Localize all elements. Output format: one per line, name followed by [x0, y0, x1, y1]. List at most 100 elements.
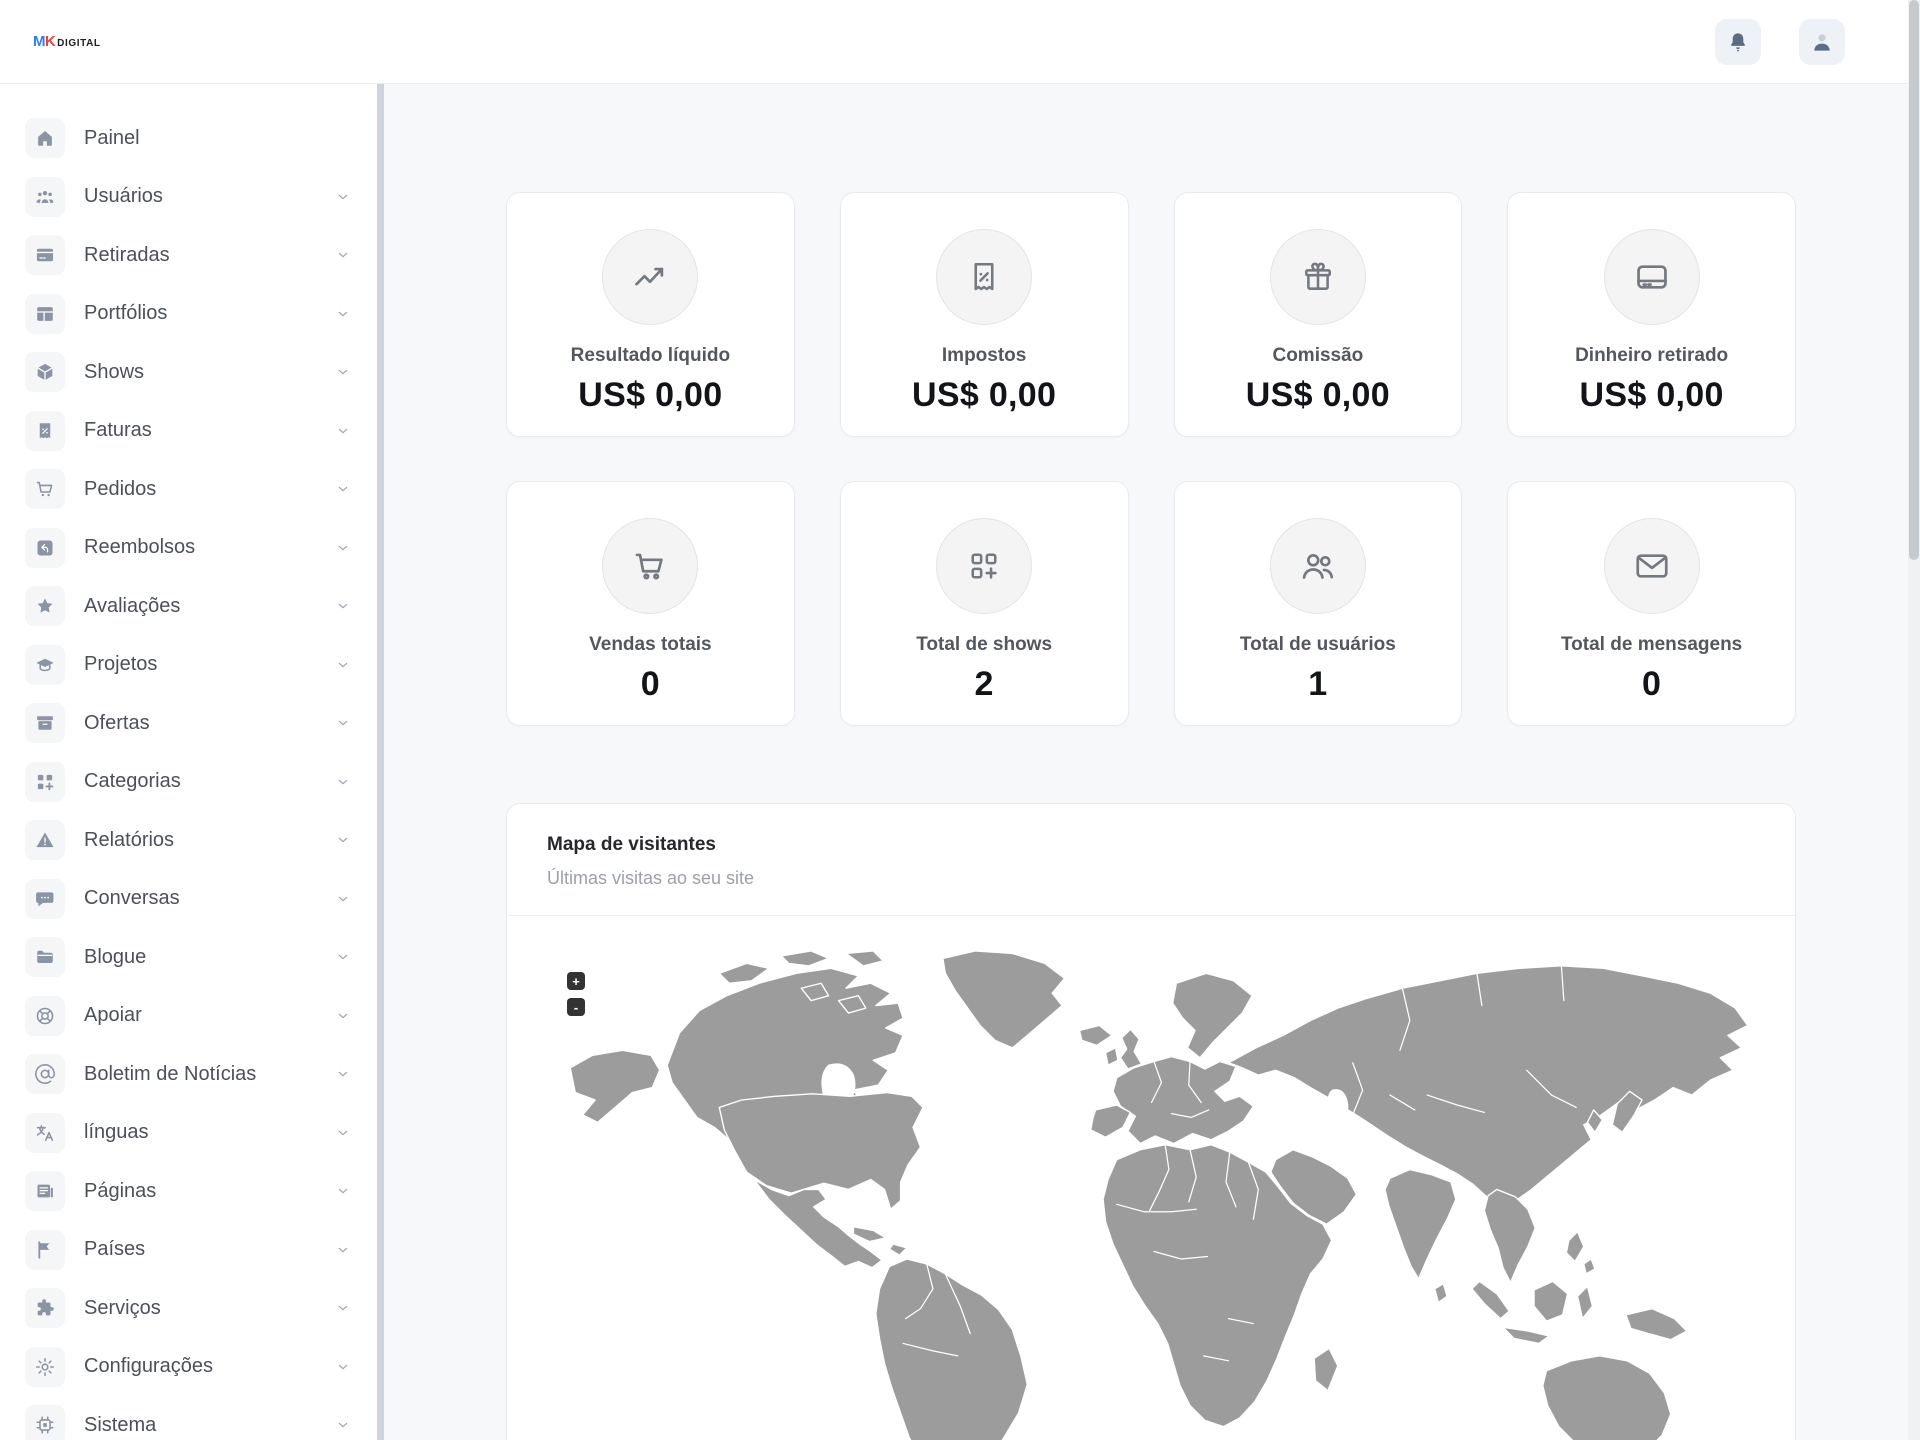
stat-title: Resultado líquido: [507, 345, 794, 367]
sidebar-item-label: Faturas: [84, 419, 152, 442]
map-zoom-out-button[interactable]: -: [567, 998, 585, 1016]
chevron-down-icon: [335, 949, 351, 965]
chevron-down-icon: [335, 247, 351, 263]
chevron-down-icon: [335, 1125, 351, 1141]
map-title: Mapa de visitantes: [547, 834, 1755, 856]
sidebar-item-usuarios[interactable]: Usuários: [0, 168, 377, 227]
sidebar-item-relatorios[interactable]: Relatórios: [0, 811, 377, 870]
chevron-down-icon: [335, 306, 351, 322]
chevron-down-icon: [335, 364, 351, 380]
sidebar-item-categorias[interactable]: Categorias: [0, 753, 377, 812]
page-scrollbar-thumb[interactable]: [1909, 0, 1919, 560]
sidebar-item-servicos[interactable]: Serviços: [0, 1279, 377, 1338]
sidebar-item-ofertas[interactable]: Ofertas: [0, 694, 377, 753]
credit-card-icon: [25, 235, 65, 275]
chevron-down-icon: [335, 1359, 351, 1375]
sidebar-item-reembolsos[interactable]: Reembolsos: [0, 519, 377, 578]
visitors-map-card: Mapa de visitantes Últimas visitas ao se…: [506, 803, 1796, 1440]
translate-icon: [25, 1113, 65, 1153]
sidebar-item-label: Boletim de Notícias: [84, 1063, 256, 1086]
sidebar-item-faturas[interactable]: Faturas: [0, 402, 377, 461]
sidebar-item-projetos[interactable]: Projetos: [0, 636, 377, 695]
sidebar-item-painel[interactable]: Painel: [0, 109, 377, 168]
folder-icon: [25, 937, 65, 977]
sidebar-item-blogue[interactable]: Blogue: [0, 928, 377, 987]
page-scrollbar[interactable]: [1908, 0, 1920, 1440]
stat-value: 0: [1508, 665, 1795, 704]
map-zoom-controls: + -: [567, 972, 585, 1016]
chevron-down-icon: [335, 774, 351, 790]
chevron-down-icon: [335, 832, 351, 848]
sidebar-item-shows[interactable]: Shows: [0, 343, 377, 402]
sidebar-item-label: Portfólios: [84, 302, 167, 325]
newspaper-icon: [25, 1171, 65, 1211]
sidebar-item-label: Sistema: [84, 1414, 156, 1437]
sidebar-item-retiradas[interactable]: Retiradas: [0, 226, 377, 285]
stat-title: Total de shows: [841, 634, 1128, 656]
user-icon: [1809, 29, 1835, 55]
stat-value: US$ 0,00: [1175, 376, 1462, 415]
trending-up-icon: [602, 229, 698, 325]
stat-value: US$ 0,00: [841, 376, 1128, 415]
sidebar-item-avaliacoes[interactable]: Avaliações: [0, 577, 377, 636]
notifications-button[interactable]: [1715, 19, 1761, 65]
sidebar-item-boletim[interactable]: Boletim de Notícias: [0, 1045, 377, 1104]
stat-card-dinheiro-retirado: Dinheiro retirado US$ 0,00: [1507, 192, 1796, 437]
chevron-down-icon: [335, 540, 351, 556]
sidebar-item-label: Usuários: [84, 185, 163, 208]
sidebar-item-configuracoes[interactable]: Configurações: [0, 1338, 377, 1397]
stat-value: 1: [1175, 665, 1462, 704]
map-zoom-in-button[interactable]: +: [567, 972, 585, 990]
sidebar-item-conversas[interactable]: Conversas: [0, 870, 377, 929]
chevron-down-icon: [335, 1066, 351, 1082]
alert-triangle-icon: [25, 820, 65, 860]
receipt-percent-icon: [936, 229, 1032, 325]
sidebar-item-paises[interactable]: Países: [0, 1221, 377, 1280]
archive-icon: [25, 703, 65, 743]
stat-title: Vendas totais: [507, 634, 794, 656]
envelope-icon: [1604, 518, 1700, 614]
sidebar-item-label: Países: [84, 1238, 145, 1261]
sidebar-scrollbar[interactable]: [377, 84, 384, 1440]
columns-icon: [25, 294, 65, 334]
logo-letter-k: K: [45, 33, 56, 50]
sidebar-item-label: Relatórios: [84, 829, 174, 852]
sidebar-item-label: Páginas: [84, 1180, 156, 1203]
sidebar-item-pedidos[interactable]: Pedidos: [0, 460, 377, 519]
sidebar-item-label: Ofertas: [84, 712, 150, 735]
app-logo[interactable]: M K DIGITAL: [33, 33, 101, 50]
sidebar-item-label: Categorias: [84, 770, 181, 793]
life-buoy-icon: [25, 996, 65, 1036]
sidebar-item-label: línguas: [84, 1121, 149, 1144]
puzzle-icon: [25, 1288, 65, 1328]
world-map[interactable]: [533, 946, 1775, 1440]
gear-icon: [25, 1347, 65, 1387]
sidebar-item-label: Blogue: [84, 946, 146, 969]
sidebar-item-paginas[interactable]: Páginas: [0, 1162, 377, 1221]
star-icon: [25, 586, 65, 626]
account-button[interactable]: [1799, 19, 1845, 65]
cpu-icon: [25, 1405, 65, 1440]
chevron-down-icon: [335, 891, 351, 907]
stat-card-impostos: Impostos US$ 0,00: [840, 192, 1129, 437]
category-plus-icon: [25, 762, 65, 802]
chevron-down-icon: [335, 1008, 351, 1024]
chevron-down-icon: [335, 1417, 351, 1433]
sidebar-item-apoiar[interactable]: Apoiar: [0, 987, 377, 1046]
receipt-percent-icon: [25, 411, 65, 451]
topbar-actions: [1715, 19, 1845, 65]
stat-title: Total de usuários: [1175, 634, 1462, 656]
credit-card-icon: [1604, 229, 1700, 325]
shopping-cart-icon: [25, 469, 65, 509]
stat-card-total-shows: Total de shows 2: [840, 481, 1129, 726]
sidebar-item-linguas[interactable]: línguas: [0, 1104, 377, 1163]
stat-title: Dinheiro retirado: [1508, 345, 1795, 367]
users-group-icon: [25, 177, 65, 217]
sidebar-item-sistema[interactable]: Sistema: [0, 1396, 377, 1440]
sidebar-item-label: Projetos: [84, 653, 157, 676]
sidebar-item-label: Conversas: [84, 887, 180, 910]
stat-card-resultado-liquido: Resultado líquido US$ 0,00: [506, 192, 795, 437]
stat-value: 0: [507, 665, 794, 704]
stat-value: 2: [841, 665, 1128, 704]
sidebar-item-portfolios[interactable]: Portfólios: [0, 285, 377, 344]
